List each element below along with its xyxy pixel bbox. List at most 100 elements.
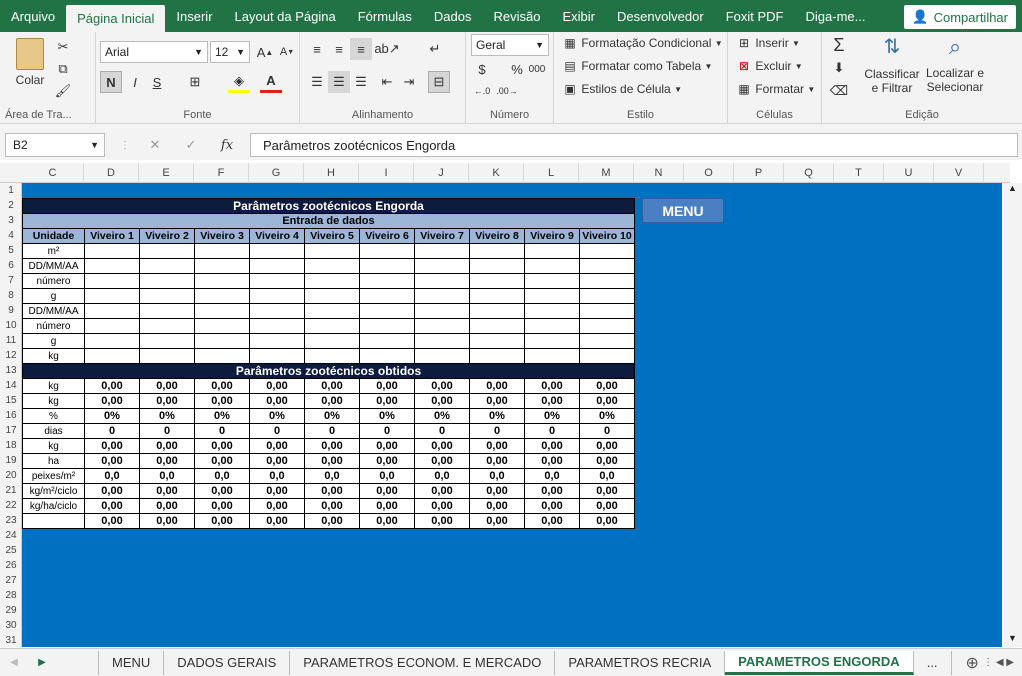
result-cell[interactable]: 0,00 — [139, 378, 195, 394]
result-cell[interactable]: 0,00 — [139, 453, 195, 469]
input-cell[interactable] — [359, 288, 415, 304]
table-title[interactable]: Parâmetros zootécnicos Engorda — [22, 198, 635, 214]
input-cell[interactable] — [84, 243, 140, 259]
result-cell[interactable]: 0,00 — [359, 498, 415, 514]
input-cell[interactable] — [194, 318, 250, 334]
input-cell[interactable] — [359, 303, 415, 319]
borders-icon[interactable]: ⊞ — [184, 71, 206, 93]
unit-cell[interactable]: ha — [22, 453, 85, 469]
percent-button[interactable]: % — [506, 58, 528, 80]
result-cell[interactable]: 0,00 — [304, 483, 360, 499]
decrease-decimal-icon[interactable]: .00→ — [496, 80, 518, 102]
share-button[interactable]: 👤 Compartilhar — [904, 5, 1016, 29]
input-cell[interactable] — [579, 258, 635, 274]
input-cell[interactable] — [139, 273, 195, 289]
result-cell[interactable]: 0,00 — [194, 513, 250, 529]
viveiro-header[interactable]: Viveiro 8 — [469, 228, 525, 244]
input-cell[interactable] — [139, 303, 195, 319]
input-cell[interactable] — [304, 348, 360, 364]
input-cell[interactable] — [524, 333, 580, 349]
worksheet[interactable]: Parâmetros zootécnicos Engorda Entrada de… — [22, 183, 1002, 647]
row-header[interactable]: 2 — [0, 198, 22, 213]
input-cell[interactable] — [139, 258, 195, 274]
result-cell[interactable]: 0,00 — [579, 393, 635, 409]
row-header[interactable]: 5 — [0, 243, 22, 258]
input-cell[interactable] — [414, 243, 470, 259]
input-cell[interactable] — [194, 348, 250, 364]
result-cell[interactable]: 0,0 — [84, 468, 140, 484]
sort-filter-button[interactable]: ⇅ Classificar e Filtrar — [864, 34, 920, 95]
shrink-font-icon[interactable]: A ▼ — [276, 41, 298, 63]
ribbon-tab[interactable]: Desenvolvedor — [606, 0, 715, 32]
input-cell[interactable] — [469, 258, 525, 274]
input-cell[interactable] — [524, 348, 580, 364]
input-cell[interactable] — [524, 318, 580, 334]
result-cell[interactable]: 0,00 — [194, 378, 250, 394]
input-cell[interactable] — [524, 273, 580, 289]
input-cell[interactable] — [524, 258, 580, 274]
result-cell[interactable]: 0,00 — [359, 393, 415, 409]
new-sheet-icon[interactable]: ⊕ — [966, 653, 979, 673]
sheet-tab[interactable]: ... — [914, 650, 952, 675]
result-cell[interactable]: 0,00 — [414, 498, 470, 514]
input-cell[interactable] — [524, 243, 580, 259]
row-header[interactable]: 13 — [0, 363, 22, 378]
column-header[interactable]: O — [684, 163, 734, 183]
conditional-formatting-button[interactable]: ▦ Formatação Condicional ▼ — [562, 36, 722, 50]
input-cell[interactable] — [579, 303, 635, 319]
align-top-icon[interactable]: ≡ — [306, 38, 328, 60]
result-cell[interactable]: 0,00 — [139, 513, 195, 529]
cut-icon[interactable]: ✂ — [52, 36, 74, 58]
column-header[interactable]: T — [834, 163, 884, 183]
column-header[interactable]: L — [524, 163, 579, 183]
input-cell[interactable] — [579, 288, 635, 304]
tab-scroll-right-icon[interactable]: ▶ — [28, 657, 56, 668]
result-cell[interactable]: 0,00 — [524, 378, 580, 394]
result-cell[interactable]: 0,00 — [469, 498, 525, 514]
tab-scroll-left-icon[interactable]: ◀ — [0, 657, 28, 668]
result-cell[interactable]: 0,00 — [249, 453, 305, 469]
input-cell[interactable] — [304, 303, 360, 319]
input-cell[interactable] — [359, 273, 415, 289]
input-cell[interactable] — [304, 243, 360, 259]
input-cell[interactable] — [469, 333, 525, 349]
result-cell[interactable]: 0,00 — [359, 438, 415, 454]
unit-cell[interactable]: m² — [22, 243, 85, 259]
unit-cell[interactable]: % — [22, 408, 85, 424]
column-header[interactable]: V — [934, 163, 984, 183]
result-cell[interactable]: 0,00 — [469, 378, 525, 394]
align-center-icon[interactable]: ☰ — [328, 71, 350, 93]
row-header[interactable]: 22 — [0, 498, 22, 513]
input-cell[interactable] — [359, 243, 415, 259]
vertical-scrollbar[interactable]: ▲ ▼ — [1004, 183, 1022, 647]
result-cell[interactable]: 0,00 — [579, 453, 635, 469]
unit-cell[interactable]: DD/MM/AA — [22, 303, 85, 319]
input-cell[interactable] — [524, 303, 580, 319]
format-button[interactable]: ▦ Formatar ▼ — [736, 82, 815, 96]
result-cell[interactable]: 0% — [249, 408, 305, 424]
sheet-tab[interactable]: DADOS GERAIS — [164, 650, 291, 675]
row-header[interactable]: 25 — [0, 543, 22, 558]
result-cell[interactable]: 0% — [359, 408, 415, 424]
format-painter-icon[interactable]: 🖌 — [52, 80, 74, 102]
result-cell[interactable]: 0,00 — [414, 393, 470, 409]
row-header[interactable]: 4 — [0, 228, 22, 243]
result-cell[interactable]: 0,00 — [469, 438, 525, 454]
viveiro-header[interactable]: Viveiro 5 — [304, 228, 360, 244]
input-cell[interactable] — [414, 318, 470, 334]
row-header[interactable]: 8 — [0, 288, 22, 303]
font-size-select[interactable]: 12 ▼ — [210, 41, 250, 63]
result-cell[interactable]: 0,00 — [579, 513, 635, 529]
result-cell[interactable]: 0,00 — [84, 438, 140, 454]
input-cell[interactable] — [194, 258, 250, 274]
name-box[interactable]: B2 ▼ — [5, 133, 105, 157]
unit-cell[interactable]: DD/MM/AA — [22, 258, 85, 274]
result-cell[interactable]: 0,00 — [414, 453, 470, 469]
row-header[interactable]: 10 — [0, 318, 22, 333]
ribbon-tab[interactable]: Arquivo — [0, 0, 66, 32]
input-cell[interactable] — [84, 303, 140, 319]
result-cell[interactable]: 0,00 — [524, 498, 580, 514]
result-cell[interactable]: 0,00 — [139, 498, 195, 514]
result-cell[interactable]: 0 — [194, 423, 250, 439]
result-cell[interactable]: 0,00 — [359, 513, 415, 529]
